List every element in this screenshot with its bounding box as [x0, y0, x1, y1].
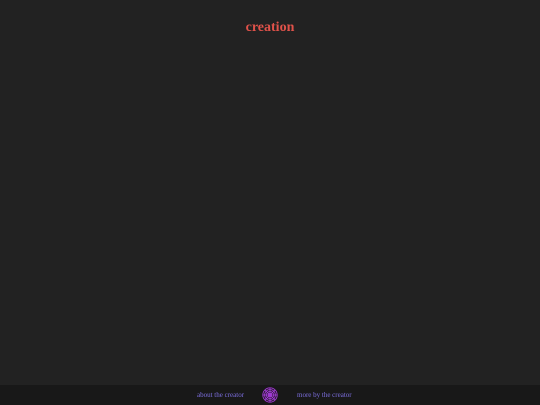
creator-logo-icon[interactable]	[262, 387, 278, 403]
page-title: creation	[245, 20, 295, 35]
more-by-creator-link[interactable]: more by the creator	[297, 385, 352, 405]
page: { "page": { "title": "creation", "backgr…	[0, 0, 540, 405]
footer-bar: about the creator more by the creator	[0, 385, 540, 405]
about-creator-link[interactable]: about the creator	[197, 385, 244, 405]
